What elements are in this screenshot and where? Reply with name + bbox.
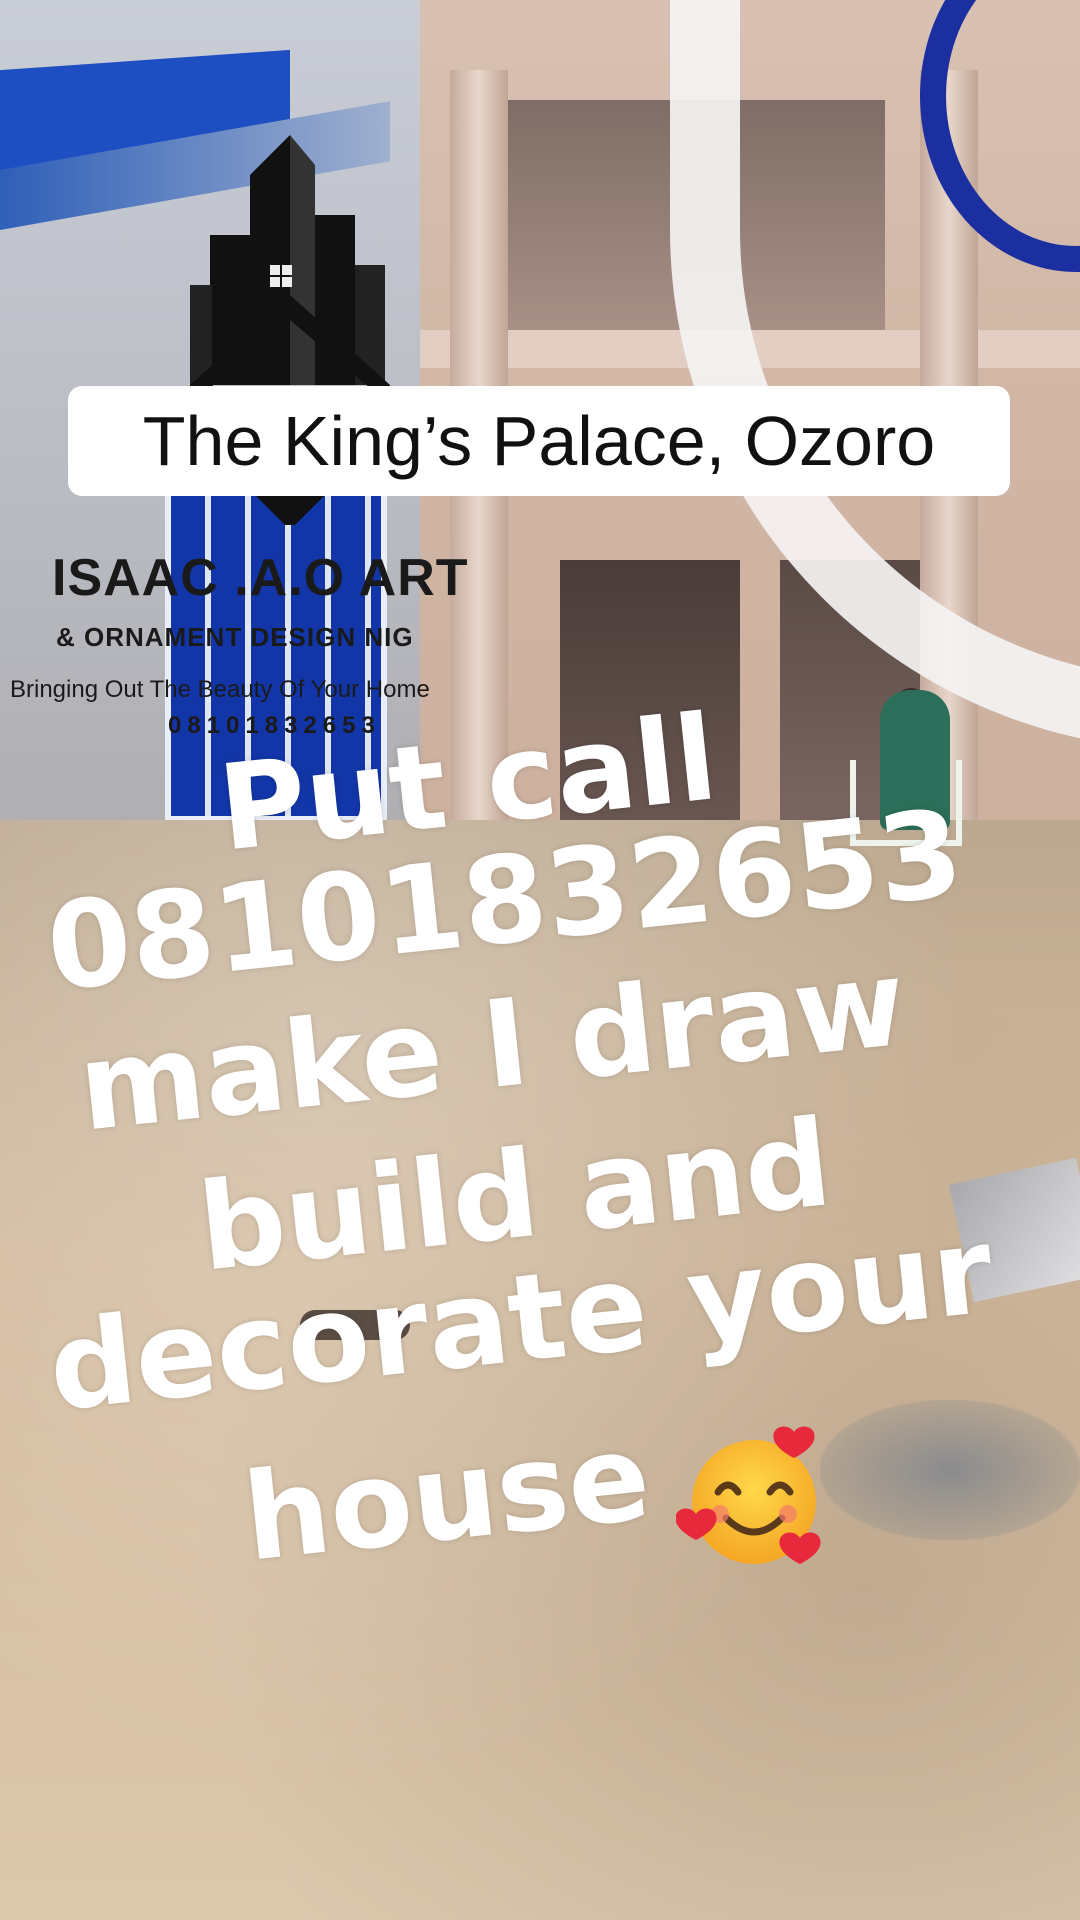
logo-name: ISAAC .A.O ART [52,549,469,607]
caption-box: The King’s Palace, Ozoro [68,386,1010,496]
logo-tagline: Bringing Out The Beauty Of Your Home [10,676,430,703]
logo-subtitle: & ORNAMENT DESIGN NIG [56,622,414,652]
gravel-pile [820,1400,1080,1540]
smiling-face-with-hearts-icon [676,1426,821,1564]
caption-title: The King’s Palace, Ozoro [142,402,936,480]
